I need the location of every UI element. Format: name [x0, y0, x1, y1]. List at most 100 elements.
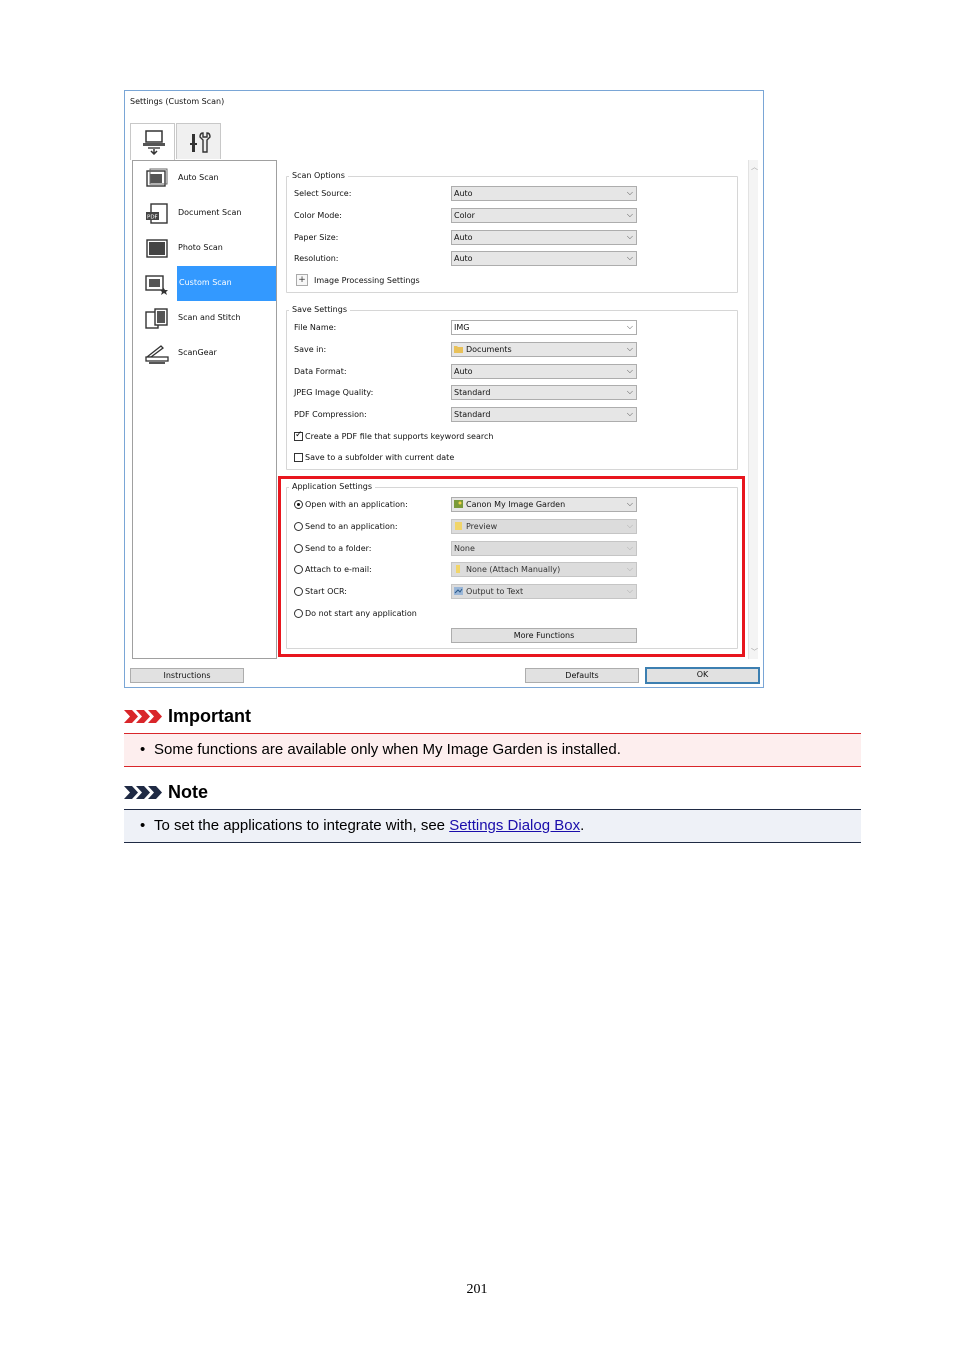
ok-button[interactable]: OK: [645, 667, 760, 684]
email-dropdown[interactable]: None (Attach Manually) ⌵: [451, 562, 637, 577]
open-with-application-row: Open with an application: Canon My Image…: [287, 497, 739, 513]
group-title: Save Settings: [289, 305, 350, 314]
scan-and-stitch-icon: [145, 308, 168, 329]
attach-to-email-row: Attach to e-mail: None (Attach Manually)…: [287, 562, 739, 578]
mode-label: ScanGear: [178, 348, 217, 357]
group-title: Scan Options: [289, 171, 348, 180]
radio-label: Open with an application:: [305, 500, 408, 509]
chevron-down-icon: ⌵: [626, 366, 633, 375]
select-source-dropdown[interactable]: Auto ⌵: [451, 186, 637, 201]
start-ocr-row: Start OCR: Output to Text ⌵: [287, 584, 739, 600]
image-garden-icon: [454, 500, 463, 508]
pdf-compression-dropdown[interactable]: Standard ⌵: [451, 407, 637, 422]
keyword-search-checkbox[interactable]: ✓: [294, 430, 303, 441]
radio-label: Attach to e-mail:: [305, 565, 372, 574]
mode-item-scan-and-stitch[interactable]: Scan and Stitch: [133, 301, 276, 336]
mode-item-photo-scan[interactable]: Photo Scan: [133, 231, 276, 266]
group-title: Application Settings: [289, 482, 376, 491]
image-processing-row: + Image Processing Settings: [287, 273, 739, 289]
color-mode-dropdown[interactable]: Color ⌵: [451, 208, 637, 223]
field-label: Resolution:: [294, 254, 339, 263]
save-in-dropdown[interactable]: Documents ⌵: [451, 342, 637, 357]
mode-item-scangear[interactable]: ScanGear: [133, 336, 276, 371]
dropdown-value: IMG: [454, 323, 470, 332]
chevron-down-icon: ⌵: [626, 409, 633, 418]
custom-scan-icon: [145, 275, 168, 295]
expand-button[interactable]: +: [296, 274, 308, 286]
field-label: Save in:: [294, 345, 327, 354]
no-application-row: Do not start any application: [287, 606, 739, 622]
more-functions-button[interactable]: More Functions: [451, 628, 637, 643]
mode-item-document-scan[interactable]: PDF Document Scan: [133, 196, 276, 231]
open-with-application-radio[interactable]: [294, 500, 303, 509]
dropdown-value: Color: [454, 211, 475, 220]
radio-label: Send to a folder:: [305, 544, 372, 553]
scangear-icon: [145, 345, 169, 364]
select-source-row: Select Source: Auto ⌵: [287, 186, 739, 202]
dropdown-value: None: [454, 544, 475, 553]
preview-icon: [455, 522, 462, 530]
mode-item-custom-scan[interactable]: Custom Scan: [133, 266, 276, 301]
note-box: • To set the applications to integrate w…: [124, 809, 861, 843]
note-text-after: .: [580, 817, 585, 834]
dropdown-value: Standard: [454, 388, 491, 397]
dropdown-value: None (Attach Manually): [466, 565, 561, 574]
tab-general-settings[interactable]: [176, 123, 221, 159]
file-name-combobox[interactable]: IMG ⌵: [451, 320, 637, 335]
dropdown-value: Auto: [454, 367, 473, 376]
defaults-button[interactable]: Defaults: [525, 668, 639, 683]
checkmark-icon: ✓: [295, 430, 303, 440]
send-application-dropdown[interactable]: Preview ⌵: [451, 519, 637, 534]
paper-size-row: Paper Size: Auto ⌵: [287, 230, 739, 246]
start-ocr-radio[interactable]: [294, 587, 303, 596]
document-scan-icon: PDF: [146, 203, 168, 224]
important-title: Important: [168, 706, 251, 726]
folder-dropdown[interactable]: None ⌵: [451, 541, 637, 556]
no-application-radio[interactable]: [294, 609, 303, 618]
jpeg-quality-dropdown[interactable]: Standard ⌵: [451, 385, 637, 400]
save-settings-group: Save Settings File Name: IMG ⌵ Save in: D…: [286, 305, 739, 470]
send-to-application-radio[interactable]: [294, 522, 303, 531]
bullet: •: [140, 741, 146, 758]
resolution-dropdown[interactable]: Auto ⌵: [451, 251, 637, 266]
scroll-down-arrow-icon[interactable]: ﹀: [751, 647, 758, 657]
data-format-dropdown[interactable]: Auto ⌵: [451, 364, 637, 379]
settings-panel: ︿ ﹀ Scan Options Select Source: Auto ⌵ Co…: [278, 160, 758, 659]
mode-label: Custom Scan: [179, 278, 232, 287]
field-label: Data Format:: [294, 367, 347, 376]
send-to-folder-radio[interactable]: [294, 544, 303, 553]
instructions-button[interactable]: Instructions: [130, 668, 244, 683]
chevron-down-icon: ⌵: [626, 564, 633, 573]
attach-to-email-radio[interactable]: [294, 565, 303, 574]
subfolder-checkbox[interactable]: [294, 453, 303, 462]
file-name-row: File Name: IMG ⌵: [287, 320, 739, 336]
checkbox-label: Save to a subfolder with current date: [305, 453, 455, 462]
paper-size-dropdown[interactable]: Auto ⌵: [451, 230, 637, 245]
important-box: • Some functions are available only when…: [124, 733, 861, 767]
ocr-dropdown[interactable]: Output to Text ⌵: [451, 584, 637, 599]
bullet: •: [140, 817, 146, 834]
application-dropdown[interactable]: Canon My Image Garden ⌵: [451, 497, 637, 512]
settings-dialog-box-link[interactable]: Settings Dialog Box: [449, 817, 580, 834]
dropdown-value: Auto: [454, 254, 473, 263]
jpeg-quality-row: JPEG Image Quality: Standard ⌵: [287, 385, 739, 401]
photo-scan-icon: [146, 239, 168, 258]
checkbox-label: Create a PDF file that supports keyword …: [305, 432, 494, 441]
mode-label: Auto Scan: [178, 173, 219, 182]
dropdown-value: Standard: [454, 410, 491, 419]
computer-scanner-icon: [143, 130, 165, 155]
radio-label: Send to an application:: [305, 522, 398, 531]
chevron-down-icon: ⌵: [626, 586, 633, 595]
save-in-row: Save in: Documents ⌵: [287, 342, 739, 358]
dropdown-value: Auto: [454, 189, 473, 198]
tab-scan-from-computer[interactable]: [130, 123, 175, 160]
field-label: JPEG Image Quality:: [294, 388, 374, 397]
vertical-scrollbar[interactable]: ︿ ﹀: [748, 160, 758, 659]
chevron-down-icon: ⌵: [626, 188, 633, 197]
tools-icon: [190, 132, 211, 153]
expander-label: Image Processing Settings: [314, 276, 420, 285]
dialog-title: Settings (Custom Scan): [130, 97, 225, 106]
mode-item-auto-scan[interactable]: Auto Scan: [133, 161, 276, 196]
dropdown-value: Canon My Image Garden: [466, 500, 566, 509]
scroll-up-arrow-icon[interactable]: ︿: [751, 162, 758, 172]
